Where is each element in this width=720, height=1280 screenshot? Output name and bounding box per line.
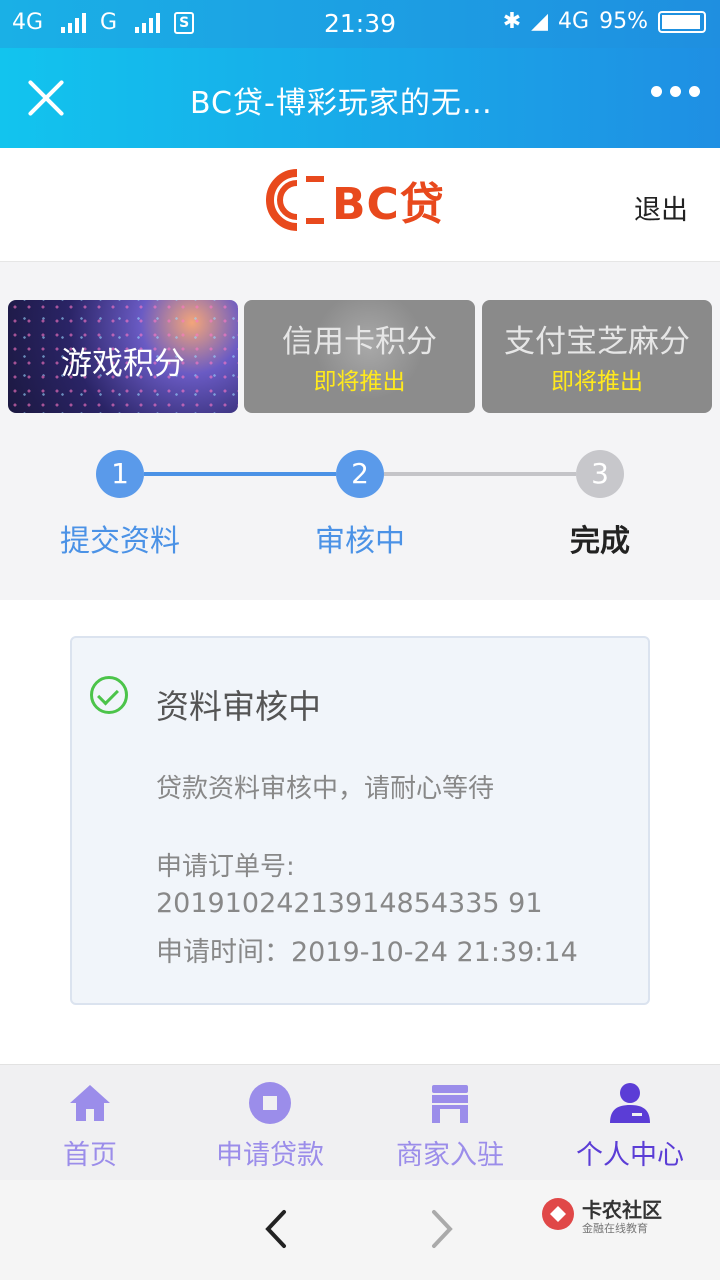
main-content: 资料审核中 贷款资料审核中，请耐心等待 申请订单号: 2019102421391… (0, 600, 720, 1064)
review-status-panel: 资料审核中 贷款资料审核中，请耐心等待 申请订单号: 2019102421391… (70, 636, 650, 1005)
watermark-logo-icon (542, 1198, 574, 1230)
more-icon[interactable] (651, 86, 700, 97)
check-circle-icon (90, 676, 128, 714)
back-arrow-icon[interactable] (258, 1208, 294, 1250)
stop-circle-icon (249, 1082, 291, 1124)
order-number: 20191024213914854335 91 (156, 888, 543, 919)
coming-soon-badge: 即将推出 (551, 369, 643, 395)
network-label-3: 4G (558, 9, 590, 34)
tab-label: 商家入驻 (396, 1140, 504, 1171)
card-label: 信用卡积分 (282, 324, 437, 360)
coming-soon-badge: 即将推出 (313, 369, 406, 395)
mute-icon: ◢ (531, 9, 549, 34)
forward-arrow-icon[interactable] (424, 1208, 460, 1250)
watermark-title: 卡农社区 (582, 1198, 662, 1222)
bluetooth-icon: ✱ (502, 9, 522, 34)
brand-logo: BC贷 (266, 168, 445, 232)
tab-profile[interactable]: 个人中心 (540, 1065, 720, 1181)
status-title: 资料审核中 (156, 687, 321, 726)
user-icon (610, 1083, 650, 1123)
bc-logo-icon (266, 169, 324, 231)
status-bar: 4G G S 21:39 ✱ ◢ 4G 95% (0, 0, 720, 48)
tab-label: 个人中心 (576, 1140, 684, 1171)
title-bar: BC贷-博彩玩家的无… (0, 48, 720, 148)
step-label: 完成 (570, 524, 630, 559)
step-connector (144, 472, 336, 476)
tab-apply-loan[interactable]: 申请贷款 (180, 1065, 360, 1181)
progress-steps: 1 2 3 提交资料 审核中 完成 (0, 430, 720, 600)
step-number: 3 (576, 450, 624, 498)
logout-button[interactable]: 退出 (634, 188, 688, 227)
card-credit-card-points[interactable]: 信用卡积分 即将推出 (244, 300, 475, 413)
home-icon (70, 1085, 110, 1121)
order-number-label: 申请订单号: (156, 852, 295, 882)
card-alipay-sesame[interactable]: 支付宝芝麻分 即将推出 (482, 300, 712, 413)
watermark: 卡农社区 金融在线教育 (540, 1190, 670, 1240)
bottom-tab-bar: 首页 申请贷款 商家入驻 个人中心 (0, 1064, 720, 1180)
battery-percent: 95% (599, 9, 648, 34)
step-connector (384, 472, 576, 476)
tab-home[interactable]: 首页 (0, 1065, 180, 1181)
card-label: 支付宝芝麻分 (504, 324, 690, 360)
status-message: 贷款资料审核中，请耐心等待 (156, 774, 495, 804)
battery-icon (658, 10, 706, 33)
page-title: BC贷-博彩玩家的无… (190, 86, 493, 121)
card-label: 游戏积分 (61, 346, 185, 382)
step-label: 审核中 (315, 524, 405, 559)
step-number: 1 (96, 450, 144, 498)
step-number: 2 (336, 450, 384, 498)
status-right: ✱ ◢ 4G 95% (503, 9, 706, 34)
tab-label: 首页 (63, 1140, 117, 1171)
store-icon (432, 1085, 468, 1123)
step-label: 提交资料 (60, 524, 180, 559)
tab-merchant[interactable]: 商家入驻 (360, 1065, 540, 1181)
logo-text: BC贷 (332, 179, 445, 230)
close-icon[interactable] (22, 74, 70, 122)
watermark-subtitle: 金融在线教育 (582, 1222, 648, 1235)
browser-nav-bar: 卡农社区 金融在线教育 (0, 1180, 720, 1280)
tab-label: 申请贷款 (216, 1140, 324, 1171)
header: BC贷 退出 (0, 148, 720, 262)
apply-time: 申请时间：2019-10-24 21:39:14 (156, 937, 578, 968)
card-game-points[interactable]: 游戏积分 (8, 300, 238, 413)
